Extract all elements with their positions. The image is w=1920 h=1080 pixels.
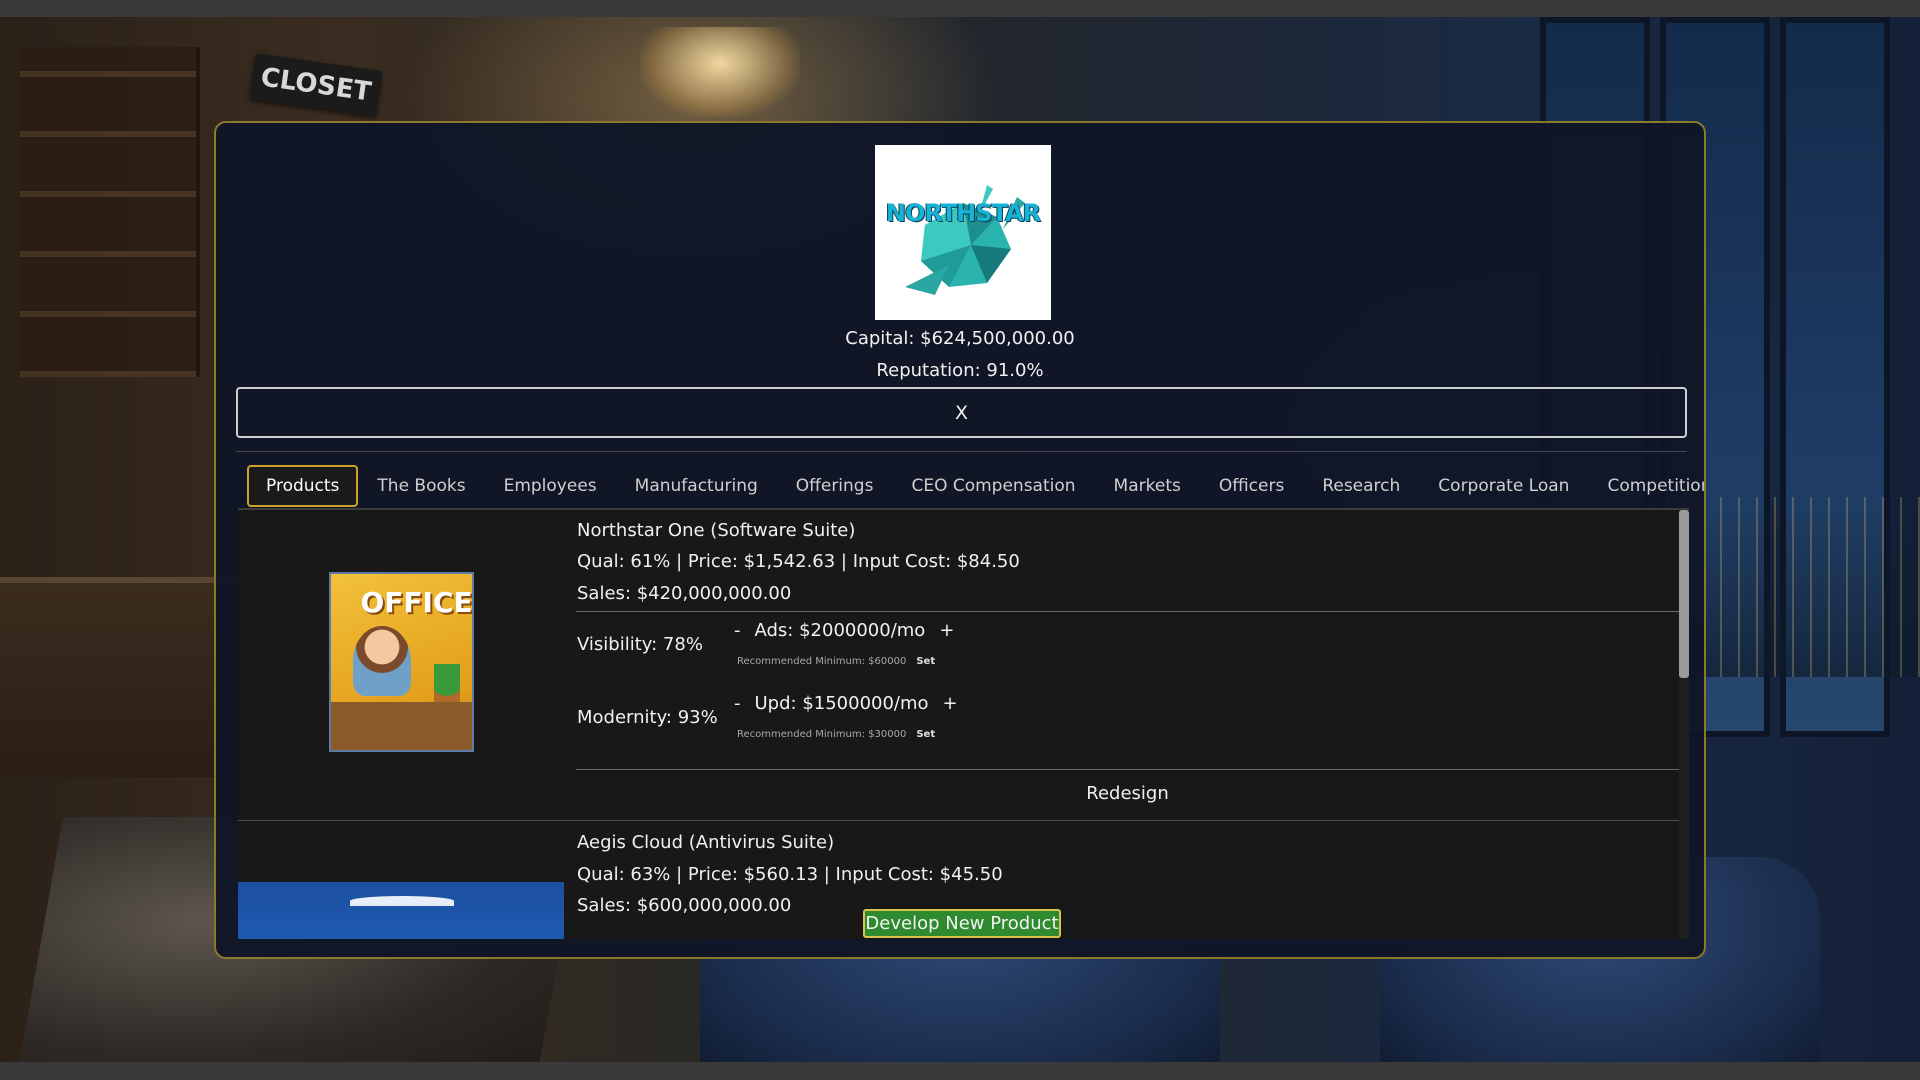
product-stats: Qual: 61% | Price: $1,542.63 | Input Cos… <box>577 551 1020 572</box>
box-title: OFFICE <box>360 585 473 619</box>
cloud-box-image <box>238 882 564 939</box>
updates-increase-button[interactable]: + <box>939 693 962 714</box>
scrollbar-thumb[interactable] <box>1679 510 1689 678</box>
updates-recommended-minimum: Recommended Minimum: $30000 <box>737 729 907 740</box>
divider <box>236 451 1687 452</box>
logo-text: NORTHSTAR <box>885 198 1041 227</box>
company-logo: NORTHSTAR <box>875 145 1051 320</box>
product-separator <box>238 820 1679 821</box>
product-image-slot: OFFICE <box>238 510 564 813</box>
box-lid-figure <box>350 896 454 906</box>
divider <box>576 611 1679 612</box>
company-panel: NORTHSTAR Capital: $624,500,000.00 Reput… <box>214 121 1706 959</box>
updates-decrease-button[interactable]: - <box>730 693 745 714</box>
capital-value: Capital: $624,500,000.00 <box>845 328 1075 349</box>
tab-research[interactable]: Research <box>1303 465 1419 507</box>
product-stats: Qual: 63% | Price: $560.13 | Input Cost:… <box>577 864 1003 885</box>
product-name: Northstar One (Software Suite) <box>577 520 856 541</box>
product-name: Aegis Cloud (Antivirus Suite) <box>577 832 835 853</box>
office-box-image: OFFICE <box>328 571 474 752</box>
ads-control: - Ads: $2000000/mo + <box>730 620 958 641</box>
tab-products[interactable]: Products <box>247 465 359 507</box>
divider <box>576 769 1679 770</box>
develop-new-product-button[interactable]: Develop New Product <box>863 909 1061 938</box>
desk-figure <box>330 701 472 750</box>
tab-officers[interactable]: Officers <box>1200 465 1303 507</box>
tab-the-books[interactable]: The Books <box>358 465 484 507</box>
tab-offerings[interactable]: Offerings <box>777 465 893 507</box>
ads-value: Ads: $2000000/mo <box>754 620 926 641</box>
updates-value: Upd: $1500000/mo <box>754 693 929 714</box>
redesign-button[interactable]: Redesign <box>576 773 1679 813</box>
tab-employees[interactable]: Employees <box>485 465 616 507</box>
tab-corporate-loan[interactable]: Corporate Loan <box>1419 465 1588 507</box>
ads-recommended-minimum: Recommended Minimum: $60000 <box>737 656 907 667</box>
scrollbar-track[interactable] <box>1679 510 1689 939</box>
product-sales: Sales: $420,000,000.00 <box>577 583 792 604</box>
tab-competition[interactable]: Competition <box>1588 465 1704 507</box>
ads-recommendation: Recommended Minimum: $60000 Set <box>737 656 935 667</box>
product-sales: Sales: $600,000,000.00 <box>577 895 792 916</box>
tab-bar: Products The Books Employees Manufacturi… <box>247 465 1704 507</box>
close-button[interactable]: X <box>236 387 1687 438</box>
ads-decrease-button[interactable]: - <box>730 620 745 641</box>
tab-markets[interactable]: Markets <box>1095 465 1200 507</box>
chandelier <box>640 27 800 117</box>
tab-manufacturing[interactable]: Manufacturing <box>616 465 777 507</box>
ads-increase-button[interactable]: + <box>935 620 958 641</box>
ads-set-button[interactable]: Set <box>916 656 935 667</box>
person-figure <box>352 625 411 696</box>
product-list[interactable]: OFFICE Northstar One (Software Suite) Qu… <box>238 508 1689 939</box>
modernity-label: Modernity: 93% <box>577 707 718 728</box>
tab-ceo-compensation[interactable]: CEO Compensation <box>892 465 1094 507</box>
updates-set-button[interactable]: Set <box>916 729 935 740</box>
bookshelf <box>20 47 200 377</box>
updates-recommendation: Recommended Minimum: $30000 Set <box>737 729 935 740</box>
visibility-label: Visibility: 78% <box>577 634 703 655</box>
updates-control: - Upd: $1500000/mo + <box>730 693 962 714</box>
reputation-value: Reputation: 91.0% <box>876 360 1044 381</box>
crystal-icon <box>905 185 1025 295</box>
